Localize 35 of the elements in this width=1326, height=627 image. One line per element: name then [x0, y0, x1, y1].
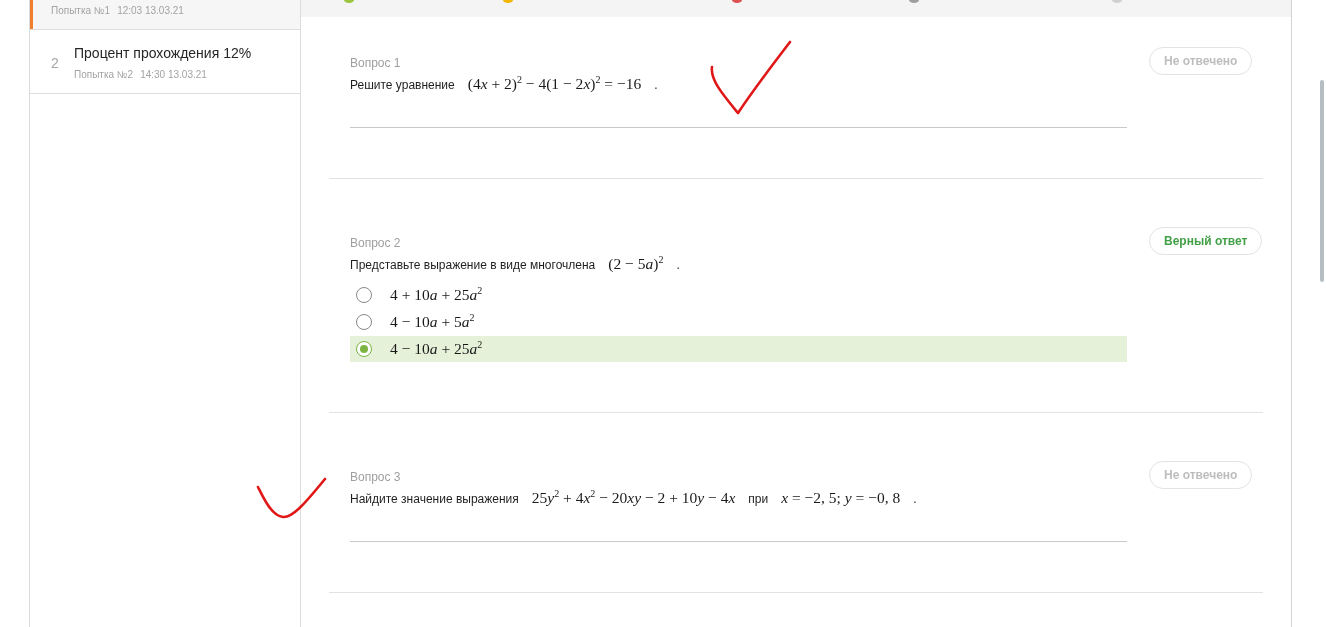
- question-number: Вопрос 3: [350, 469, 401, 485]
- attempt-title: Процент прохождения 12%: [74, 44, 252, 62]
- attempt-label: Попытка №1: [51, 4, 111, 18]
- checkmark-icon: [256, 477, 327, 519]
- question-text: при: [748, 491, 769, 508]
- checkmark-icon: [708, 40, 792, 116]
- math-formula: x = −2, 5; y = −0, 8: [781, 488, 901, 508]
- status-badge: Не отвечено: [1149, 461, 1253, 489]
- question-text: Найдите значение выражения: [350, 491, 519, 508]
- question-number: Вопрос 2: [350, 235, 401, 251]
- math-formula: (2 − 5a)$^{2}$: [608, 254, 664, 274]
- option-formula: 4 + 10a + 25a$^{2}$: [390, 285, 483, 305]
- option-formula: 4 − 10a + 5a$^{2}$: [390, 312, 475, 332]
- answer-option[interactable]: 4 − 10a + 25a$^{2}$: [350, 336, 1127, 362]
- radio-button[interactable]: [356, 287, 372, 303]
- math-formula: 25y$^{2}$ + 4x$^{2}$ − 20xy − 2 + 10y − 4x: [531, 488, 736, 508]
- math-formula: (4x + 2)$^{2}$ − 4(1 − 2x)$^{2}$ = −16: [467, 74, 642, 94]
- attempt-label: Попытка №2: [74, 68, 134, 82]
- radio-button[interactable]: [356, 341, 372, 357]
- question-text: .: [913, 491, 917, 508]
- attempt-number: 2: [51, 55, 60, 71]
- answer-option[interactable]: 4 − 10a + 5a$^{2}$: [350, 309, 1127, 335]
- status-badge: Не отвечено: [1149, 47, 1253, 75]
- question-text: Решите уравнение: [350, 77, 455, 94]
- answer-option[interactable]: 4 + 10a + 25a$^{2}$: [350, 282, 1127, 308]
- attempt-time: 14:30 13.03.21: [140, 68, 207, 82]
- question-number: Вопрос 1: [350, 55, 401, 71]
- question-text: .: [676, 257, 680, 274]
- radio-button[interactable]: [356, 314, 372, 330]
- question-text: Представьте выражение в виде многочлена: [350, 257, 596, 274]
- attempt-time: 12:03 13.03.21: [117, 4, 184, 18]
- question-text: .: [654, 77, 658, 94]
- scrollbar-thumb[interactable]: [1320, 80, 1324, 282]
- status-badge: Верный ответ: [1149, 227, 1263, 255]
- option-formula: 4 − 10a + 25a$^{2}$: [390, 339, 483, 359]
